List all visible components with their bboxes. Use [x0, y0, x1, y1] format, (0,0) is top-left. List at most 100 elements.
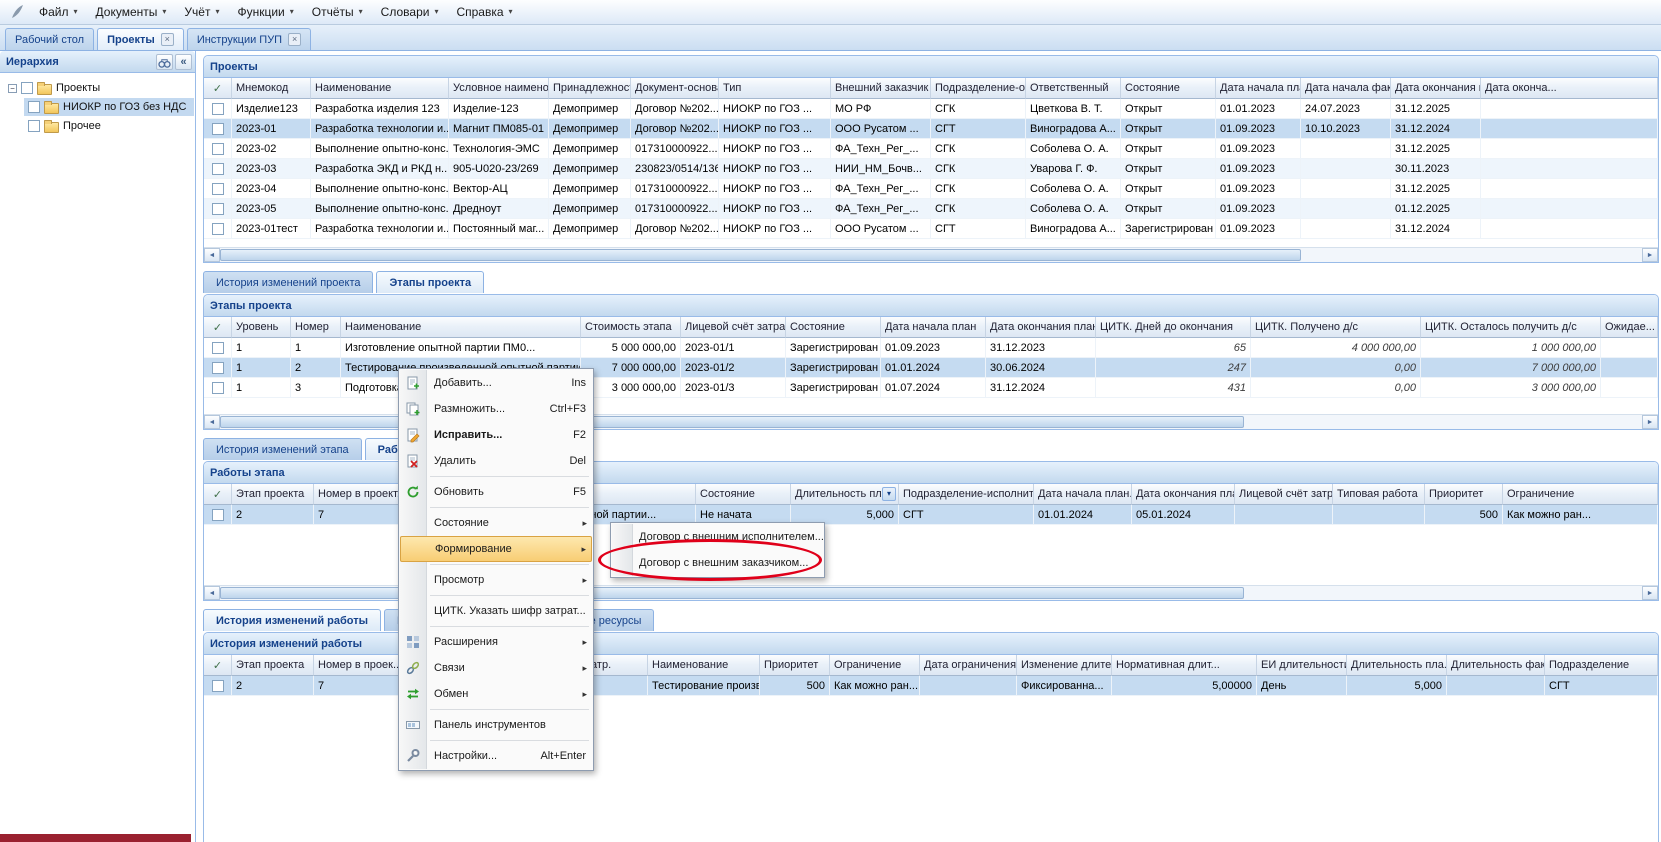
column-header[interactable]: ✓: [204, 78, 232, 99]
column-header[interactable]: Состояние: [786, 317, 881, 338]
column-header[interactable]: Тип: [719, 78, 831, 99]
column-filter-button[interactable]: ▾: [882, 487, 896, 501]
menu-item-add[interactable]: Добавить... Ins: [400, 370, 592, 396]
tree-checkbox[interactable]: [28, 101, 40, 113]
column-header[interactable]: Дата окончания пл...: [1391, 78, 1481, 99]
column-header[interactable]: Документ-основан...: [631, 78, 719, 99]
column-header[interactable]: Изменение длител...: [1017, 655, 1112, 676]
column-header[interactable]: ЦИТК. Осталось получить д/с: [1421, 317, 1601, 338]
tree-search-button[interactable]: [156, 54, 173, 70]
table-row[interactable]: 2023-05Выполнение опытно-конс...Дредноут…: [204, 199, 1658, 219]
column-header[interactable]: Наименование: [648, 655, 760, 676]
column-header[interactable]: Дата начала факт: [1301, 78, 1391, 99]
menu-documents[interactable]: Документы▾: [87, 2, 176, 22]
menu-item-state[interactable]: Состояние ▸: [400, 510, 592, 536]
row-checkbox[interactable]: [212, 183, 224, 195]
column-header[interactable]: Принадлежность: [549, 78, 631, 99]
column-header[interactable]: Дата оконча...: [1481, 78, 1658, 99]
column-header[interactable]: Длительность фак...: [1447, 655, 1545, 676]
tab-pup-instructions[interactable]: Инструкции ПУП×: [187, 28, 311, 50]
column-header[interactable]: Наименование: [311, 78, 449, 99]
row-checkbox[interactable]: [212, 103, 224, 115]
menu-item-links[interactable]: Связи ▸: [400, 655, 592, 681]
column-header[interactable]: Подразделение: [1545, 655, 1658, 676]
column-header[interactable]: Подразделение-исполнитель.: [899, 484, 1034, 505]
column-header[interactable]: Условное наименова...: [449, 78, 549, 99]
scroll-left-button[interactable]: ◄: [204, 415, 220, 429]
row-checkbox[interactable]: [212, 342, 224, 354]
close-tab-icon[interactable]: ×: [288, 33, 301, 46]
tab-stage-change-history[interactable]: История изменений этапа: [203, 438, 362, 460]
tree-node-niokr-goz[interactable]: НИОКР по ГОЗ без НДС: [24, 98, 194, 116]
row-checkbox[interactable]: [212, 223, 224, 235]
scroll-thumb[interactable]: [220, 249, 1301, 261]
column-header[interactable]: ЦИТК. Дней до окончания: [1096, 317, 1251, 338]
row-checkbox[interactable]: [212, 143, 224, 155]
column-header[interactable]: Приоритет: [1425, 484, 1503, 505]
menu-item-view[interactable]: Просмотр ▸: [400, 567, 592, 593]
column-header[interactable]: ЦИТК. Получено д/с: [1251, 317, 1421, 338]
row-checkbox[interactable]: [212, 203, 224, 215]
table-row[interactable]: 2023-01тестРазработка технологии и...Пос…: [204, 219, 1658, 239]
tree-checkbox[interactable]: [28, 120, 40, 132]
scroll-right-button[interactable]: ►: [1642, 586, 1658, 600]
row-checkbox[interactable]: [212, 680, 224, 692]
scroll-left-button[interactable]: ◄: [204, 586, 220, 600]
column-header[interactable]: Дата ограничения: [920, 655, 1017, 676]
column-header[interactable]: ЕИ длительности: [1257, 655, 1347, 676]
menu-item-settings[interactable]: Настройки... Alt+Enter: [400, 743, 592, 769]
row-checkbox[interactable]: [212, 382, 224, 394]
close-tab-icon[interactable]: ×: [161, 33, 174, 46]
column-header[interactable]: Дата начала план.: [1216, 78, 1301, 99]
collapse-node-icon[interactable]: −: [8, 84, 17, 93]
column-header[interactable]: Этап проекта: [232, 484, 314, 505]
column-header[interactable]: Подразделение-от...: [931, 78, 1026, 99]
tab-desktop[interactable]: Рабочий стол: [5, 28, 94, 50]
table-row[interactable]: Изделие123Разработка изделия 123Изделие-…: [204, 99, 1658, 119]
column-header[interactable]: Этап проекта: [232, 655, 314, 676]
column-header[interactable]: Номер в проек...: [314, 655, 402, 676]
table-row[interactable]: 2023-04Выполнение опытно-конс...Вектор-А…: [204, 179, 1658, 199]
table-row[interactable]: 2023-03Разработка ЭКД и РКД н...905-U020…: [204, 159, 1658, 179]
column-header[interactable]: Нормативная длит...: [1112, 655, 1257, 676]
horizontal-scrollbar[interactable]: ◄ ►: [204, 247, 1658, 262]
tab-work-change-history[interactable]: История изменений работы: [203, 609, 381, 631]
column-header[interactable]: Состояние: [696, 484, 791, 505]
column-header[interactable]: Типовая работа: [1333, 484, 1425, 505]
column-header[interactable]: Ответственный: [1026, 78, 1121, 99]
column-header[interactable]: Длительность пла...: [1347, 655, 1447, 676]
row-checkbox[interactable]: [212, 362, 224, 374]
column-header[interactable]: Ограничение: [1503, 484, 1658, 505]
column-header[interactable]: Ограничение: [830, 655, 920, 676]
menu-dictionaries[interactable]: Словари▾: [372, 2, 448, 22]
table-row[interactable]: 2023-02Выполнение опытно-конс...Технолог…: [204, 139, 1658, 159]
menu-item-edit[interactable]: Исправить... F2: [400, 422, 592, 448]
tree-node-other[interactable]: Прочее: [24, 117, 109, 135]
menu-item-duplicate[interactable]: Размножить... Ctrl+F3: [400, 396, 592, 422]
column-header[interactable]: ✓: [204, 655, 232, 676]
menu-item-exchange[interactable]: Обмен ▸: [400, 681, 592, 707]
column-header[interactable]: Номер: [291, 317, 341, 338]
menu-item-citk-cost-code[interactable]: ЦИТК. Указать шифр затрат...: [400, 598, 592, 624]
column-header[interactable]: Дата начала план.: [1034, 484, 1132, 505]
row-checkbox[interactable]: [212, 509, 224, 521]
column-header[interactable]: ✓: [204, 484, 232, 505]
scroll-right-button[interactable]: ►: [1642, 248, 1658, 262]
column-header[interactable]: Дата окончания план: [986, 317, 1096, 338]
column-header[interactable]: Лицевой счёт затр.: [1235, 484, 1333, 505]
column-header[interactable]: Внешний заказчик: [831, 78, 931, 99]
menu-item-delete[interactable]: Удалить Del: [400, 448, 592, 474]
row-checkbox[interactable]: [212, 123, 224, 135]
menu-item-toolbar[interactable]: Панель инструментов: [400, 712, 592, 738]
tab-projects[interactable]: Проекты×: [97, 28, 184, 50]
column-header[interactable]: Уровень: [232, 317, 291, 338]
tree-checkbox[interactable]: [21, 82, 33, 94]
column-header[interactable]: Ожидае...: [1601, 317, 1658, 338]
table-row[interactable]: 11Изготовление опытной партии ПМ0...5 00…: [204, 338, 1658, 358]
tab-project-change-history[interactable]: История изменений проекта: [203, 271, 373, 293]
scroll-thumb[interactable]: [220, 416, 1244, 428]
column-header[interactable]: Приоритет: [760, 655, 830, 676]
menu-accounting[interactable]: Учёт▾: [175, 2, 228, 22]
column-header[interactable]: ✓: [204, 317, 232, 338]
menu-file[interactable]: Файл▾: [30, 2, 87, 22]
